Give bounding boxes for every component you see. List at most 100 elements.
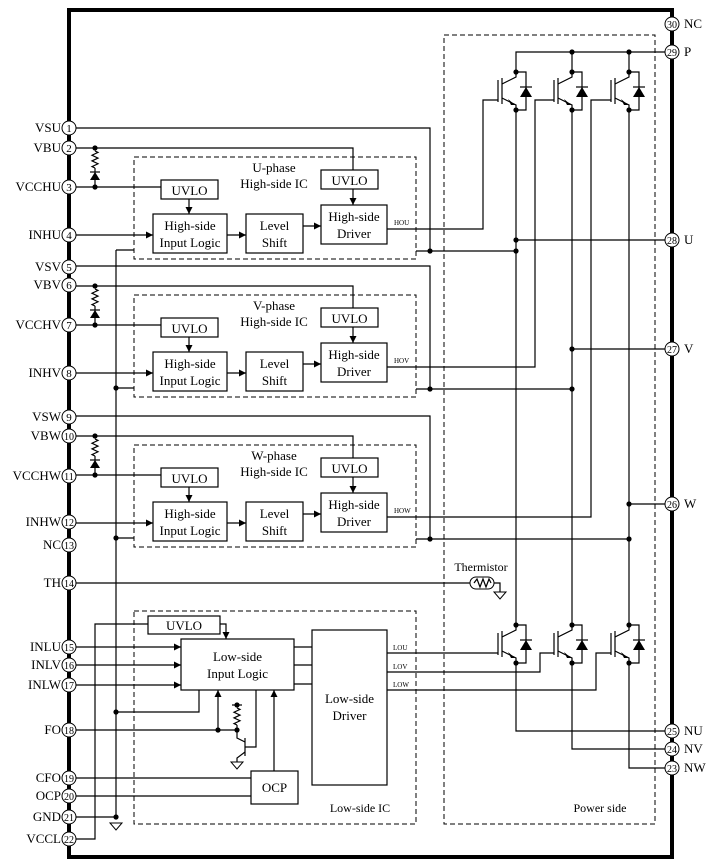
- ground-icon: [108, 822, 124, 831]
- uvlo-vb-label: UVLO: [331, 461, 367, 476]
- power-side-label: Power side: [574, 801, 627, 815]
- freewheel-diode-icon: [633, 87, 645, 97]
- input-logic-label-1: High-side: [164, 506, 216, 521]
- fo-transistor-emitter: [236, 751, 246, 762]
- driver-label-1: High-side: [328, 497, 380, 512]
- junction-dot: [92, 433, 98, 439]
- igbt-stroke: [501, 97, 517, 110]
- pin-number: 27: [667, 345, 677, 356]
- pin-label-fo: FO: [44, 722, 61, 737]
- pin-label-th: TH: [44, 575, 61, 590]
- igbt-stroke: [501, 625, 517, 638]
- pin-label-nu: NU: [684, 723, 703, 738]
- pin-label-nc: NC: [684, 16, 702, 31]
- pin-number: 16: [64, 661, 74, 672]
- arrow-head-icon: [349, 198, 357, 205]
- ipm-block-diagram: UVLO High-side Input Logic Level Shift UVLO Hi…: [13, 8, 706, 859]
- pin-label-inlu: INLU: [30, 639, 62, 654]
- gate-drive-wire: [387, 99, 498, 230]
- arrow-head-icon: [174, 681, 181, 689]
- freewheel-diode-icon: [576, 640, 588, 650]
- low-side-igbt-1: [553, 624, 588, 664]
- pin-number: 29: [667, 48, 677, 59]
- resistor-icon: [90, 150, 100, 169]
- vccl-wire: [76, 623, 148, 840]
- arrow-head-icon: [239, 519, 246, 527]
- arrow-head-icon: [270, 690, 278, 697]
- pin-number: 25: [667, 727, 677, 738]
- pin-number: 23: [667, 764, 677, 775]
- bootstrap-diode-icon: [90, 310, 100, 318]
- igbt-stroke: [614, 625, 630, 638]
- low-input-logic-label-2: Input Logic: [207, 666, 268, 681]
- pin-number: 18: [64, 726, 74, 737]
- pin-number: 7: [66, 320, 72, 332]
- low-driver-label-2: Driver: [333, 708, 368, 723]
- pin-number: 10: [64, 432, 74, 443]
- bootstrap-diode-icon: [90, 172, 100, 180]
- pin-label-vsv: VSV: [35, 259, 62, 274]
- pin-label-inhv: INHV: [29, 365, 62, 380]
- ground-icon: [229, 761, 245, 770]
- pin-number: 1: [66, 123, 72, 135]
- junction-dot: [113, 709, 119, 715]
- arrow-head-icon: [146, 231, 153, 239]
- freewheel-diode-icon: [633, 640, 645, 650]
- junction-dot: [92, 283, 98, 289]
- pin-label-vbv: VBV: [34, 277, 62, 292]
- pin-label-vcchv: VCCHV: [15, 317, 61, 332]
- phase-subtitle: High-side IC: [240, 314, 308, 329]
- driver-output-label: HOV: [394, 357, 409, 365]
- bootstrap-diode-icon: [90, 460, 100, 468]
- pin-number: 9: [66, 412, 72, 424]
- arrow-head-icon: [239, 369, 246, 377]
- pin-number: 19: [64, 774, 74, 785]
- pin-number: 28: [667, 236, 677, 247]
- level-shift-label-1: Level: [260, 356, 290, 371]
- pin-label-w: W: [684, 496, 697, 511]
- logic-ground-wire: [116, 690, 200, 713]
- resistor-icon: [232, 707, 242, 726]
- level-shift-label-2: Shift: [262, 373, 288, 388]
- pin-number: 24: [667, 745, 677, 756]
- fo-drive-wire: [245, 690, 257, 748]
- uvlo-vb-label: UVLO: [331, 311, 367, 326]
- junction-dot: [513, 237, 519, 243]
- low-output-label: LOW: [393, 681, 409, 689]
- low-side-igbt-0: [497, 624, 532, 664]
- igbt-stroke: [614, 97, 630, 110]
- pin-label-vcchu: VCCHU: [15, 179, 61, 194]
- junction-dot: [113, 535, 119, 541]
- vb-wire: [76, 285, 354, 308]
- pin-number: 12: [64, 518, 74, 529]
- level-shift-label-2: Shift: [262, 523, 288, 538]
- arrow-head-icon: [174, 643, 181, 651]
- pin-number: 6: [66, 280, 72, 292]
- pin-label-cfo: CFO: [36, 770, 61, 785]
- pin-label-vsw: VSW: [32, 409, 62, 424]
- junction-dot: [113, 814, 119, 820]
- arrow-head-icon: [146, 519, 153, 527]
- high-side-igbt-1: [553, 71, 588, 111]
- junction-dot: [513, 69, 519, 75]
- junction-dot: [569, 69, 575, 75]
- junction-dot: [92, 145, 98, 151]
- arrow-head-icon: [314, 510, 321, 518]
- uvlo-vcc-label: UVLO: [171, 321, 207, 336]
- input-logic-label-1: High-side: [164, 218, 216, 233]
- low-side-uvlo-label: UVLO: [166, 618, 202, 633]
- low-gate-wire: [387, 652, 554, 673]
- pin-label-vbu: VBU: [34, 140, 62, 155]
- phase-title: V-phase: [253, 298, 295, 313]
- pin-number: 11: [64, 472, 74, 483]
- arrow-head-icon: [185, 495, 193, 502]
- driver-label-1: High-side: [328, 209, 380, 224]
- low-output-label: LOU: [393, 644, 407, 652]
- pin-label-v: V: [684, 341, 694, 356]
- igbt-stroke: [557, 72, 573, 85]
- pin-label-p: P: [684, 44, 691, 59]
- driver-output-label: HOW: [394, 507, 411, 515]
- pin-number: 8: [66, 368, 72, 380]
- arrow-head-icon: [314, 222, 321, 230]
- junction-dot: [427, 386, 433, 392]
